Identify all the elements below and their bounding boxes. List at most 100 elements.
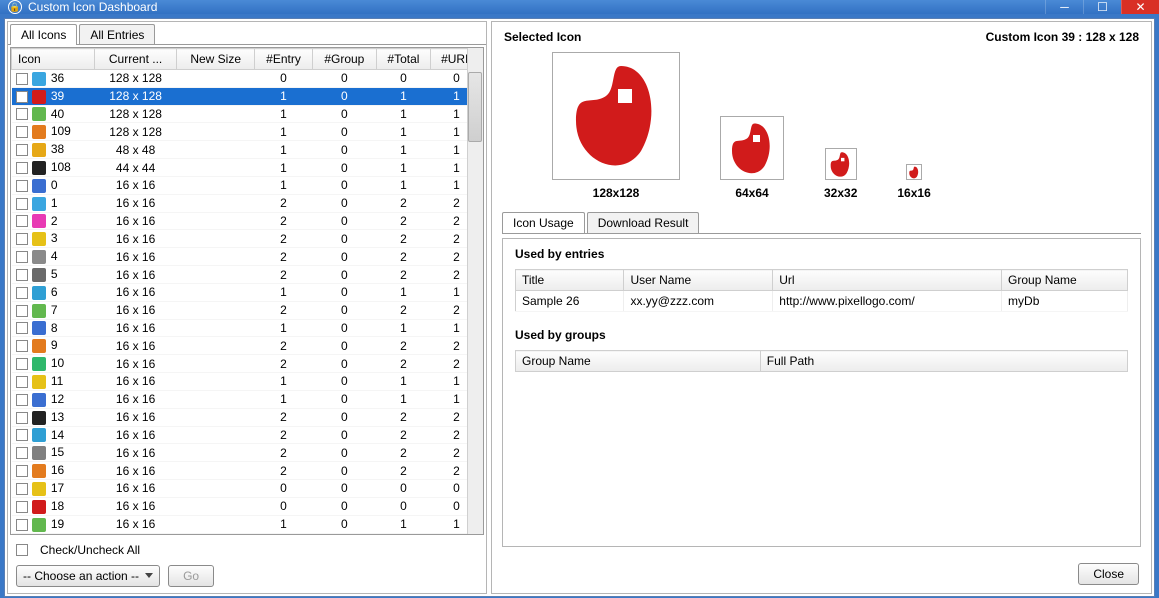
icons-table[interactable]: IconCurrent ...New Size#Entry#Group#Tota… [11,48,483,534]
table-row[interactable]: 39128 x 1281011 [12,87,483,105]
col-header[interactable]: New Size [177,49,255,70]
maximize-button[interactable]: ☐ [1083,0,1121,14]
table-row[interactable]: 1216 x 161011 [12,390,483,408]
row-icon [32,464,46,478]
check-all-checkbox[interactable]: Check/Uncheck All [16,543,478,557]
row-checkbox[interactable] [16,198,28,210]
vertical-scrollbar[interactable] [467,48,483,534]
table-row[interactable]: 1916 x 161011 [12,515,483,533]
preview-16-label: 16x16 [897,186,930,200]
row-checkbox[interactable] [16,251,28,263]
row-checkbox[interactable] [16,73,28,85]
row-icon [32,90,46,104]
row-checkbox[interactable] [16,394,28,406]
table-row[interactable]: 3848 x 481011 [12,141,483,159]
row-icon [32,214,46,228]
col-header[interactable]: Icon [12,49,95,70]
col-username[interactable]: User Name [624,270,773,291]
row-checkbox[interactable] [16,91,28,103]
action-combo[interactable]: -- Choose an action -- [16,565,160,587]
col-header[interactable]: #Group [312,49,376,70]
row-checkbox[interactable] [16,144,28,156]
row-icon [32,125,46,139]
preview-64-label: 64x64 [735,186,768,200]
row-checkbox[interactable] [16,108,28,120]
tab-all-entries[interactable]: All Entries [79,24,155,45]
tab-icon-usage[interactable]: Icon Usage [502,212,585,233]
row-checkbox[interactable] [16,465,28,477]
table-row[interactable]: 40128 x 1281011 [12,105,483,123]
row-icon [32,411,46,425]
table-row[interactable]: 616 x 161011 [12,283,483,301]
close-button[interactable]: Close [1078,563,1139,585]
row-checkbox[interactable] [16,180,28,192]
table-row[interactable]: 109128 x 1281011 [12,123,483,141]
used-by-groups-heading: Used by groups [515,328,1128,342]
table-row[interactable]: 1016 x 162022 [12,355,483,373]
table-row[interactable]: 316 x 162022 [12,230,483,248]
table-row[interactable]: 1816 x 160000 [12,497,483,515]
row-checkbox[interactable] [16,412,28,424]
row-checkbox[interactable] [16,287,28,299]
action-combo-label: -- Choose an action -- [23,569,139,583]
row-checkbox[interactable] [16,483,28,495]
row-icon [32,375,46,389]
row-checkbox[interactable] [16,269,28,281]
table-row[interactable]: 816 x 161011 [12,319,483,337]
row-checkbox[interactable] [16,215,28,227]
table-row[interactable]: 516 x 162022 [12,266,483,284]
row-checkbox[interactable] [16,305,28,317]
row-checkbox[interactable] [16,501,28,513]
table-row[interactable]: 36128 x 1280000 [12,70,483,88]
table-row[interactable]: 1616 x 162022 [12,462,483,480]
tab-all-icons[interactable]: All Icons [10,24,77,45]
entries-table[interactable]: Title User Name Url Group Name Sample 26… [515,269,1128,312]
groups-table[interactable]: Group Name Full Path [515,350,1128,420]
col-header[interactable]: #Entry [255,49,312,70]
row-checkbox[interactable] [16,358,28,370]
table-row[interactable]: 1516 x 162022 [12,444,483,462]
col-groupname[interactable]: Group Name [1002,270,1128,291]
table-row[interactable]: 1416 x 162022 [12,426,483,444]
icons-table-wrap: IconCurrent ...New Size#Entry#Group#Tota… [10,47,484,535]
icon-usage-pane: Used by entries Title User Name Url Grou… [502,238,1141,547]
table-row[interactable]: 10844 x 441011 [12,159,483,177]
preview-64 [720,116,784,180]
col-url[interactable]: Url [773,270,1002,291]
col-full-path[interactable]: Full Path [760,351,1127,372]
row-icon [32,197,46,211]
row-checkbox[interactable] [16,233,28,245]
col-header[interactable]: Current ... [95,49,177,70]
table-row[interactable]: 216 x 162022 [12,212,483,230]
row-icon [32,72,46,86]
tab-download-result[interactable]: Download Result [587,212,700,233]
go-button[interactable]: Go [168,565,214,587]
row-checkbox[interactable] [16,376,28,388]
close-window-button[interactable]: ✕ [1121,0,1159,14]
table-row[interactable]: 1116 x 161011 [12,373,483,391]
scrollbar-thumb[interactable] [468,72,482,142]
row-icon [32,357,46,371]
entry-row[interactable]: Sample 26 xx.yy@zzz.com http://www.pixel… [516,291,1128,312]
row-checkbox[interactable] [16,340,28,352]
row-checkbox[interactable] [16,322,28,334]
table-row[interactable]: 716 x 162022 [12,301,483,319]
row-icon [32,286,46,300]
minimize-button[interactable]: ─ [1045,0,1083,14]
table-row[interactable]: 1716 x 160000 [12,480,483,498]
col-title[interactable]: Title [516,270,624,291]
row-checkbox[interactable] [16,162,28,174]
row-checkbox[interactable] [16,429,28,441]
row-checkbox[interactable] [16,126,28,138]
row-checkbox[interactable] [16,519,28,531]
col-header[interactable]: #Total [377,49,431,70]
table-row[interactable]: 916 x 162022 [12,337,483,355]
row-checkbox[interactable] [16,447,28,459]
table-row[interactable]: 1316 x 162022 [12,408,483,426]
col-group-name[interactable]: Group Name [516,351,761,372]
icon-previews: 128x128 64x64 32x32 16x16 [492,48,1151,210]
table-row[interactable]: 116 x 162022 [12,194,483,212]
row-icon [32,304,46,318]
table-row[interactable]: 416 x 162022 [12,248,483,266]
table-row[interactable]: 016 x 161011 [12,176,483,194]
